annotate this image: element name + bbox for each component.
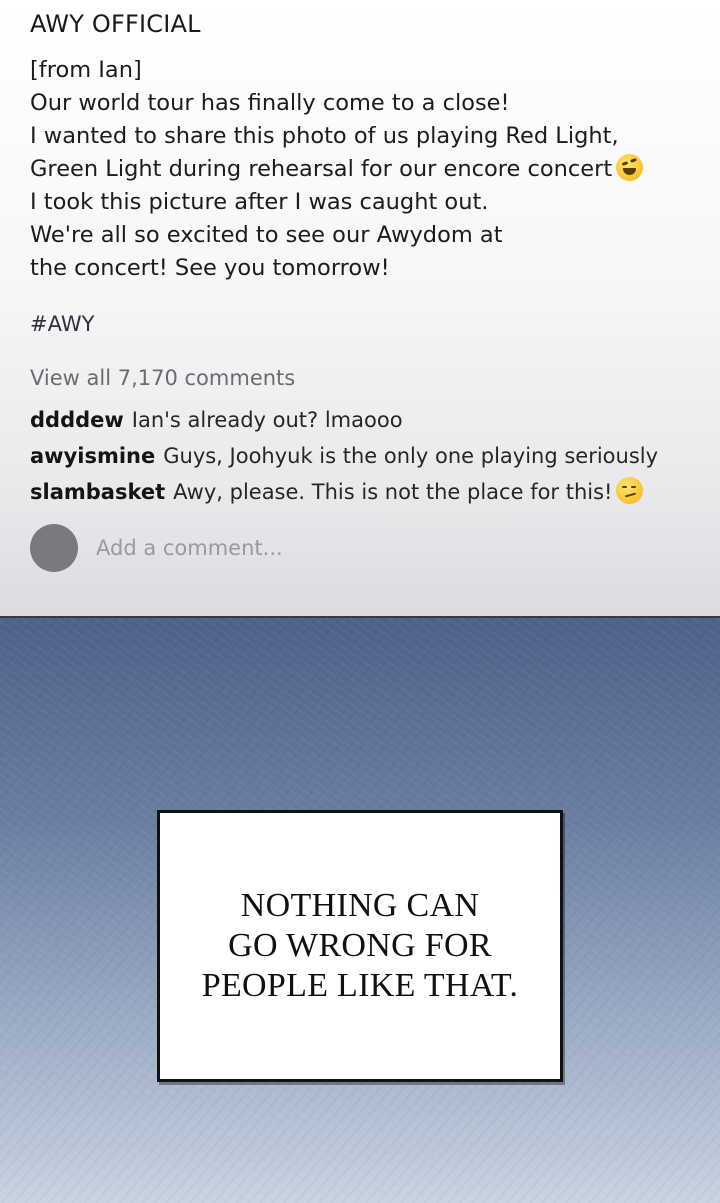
caption-line: the concert! See you tomorrow! <box>30 255 390 281</box>
comment-text: Guys, Joohyuk is the only one playing se… <box>163 444 659 468</box>
comment-item: slambasket Awy, please. This is not the p… <box>30 474 710 510</box>
caption-line: I wanted to share this photo of us playi… <box>30 123 619 149</box>
hashtag-link[interactable]: #AWY <box>30 312 94 336</box>
post-caption: [from Ian] Our world tour has finally co… <box>30 54 710 285</box>
account-name[interactable]: AWY OFFICIAL <box>30 10 201 38</box>
social-post-panel: AWY OFFICIAL [from Ian] Our world tour h… <box>0 0 720 618</box>
comment-username[interactable]: slambasket <box>30 480 165 504</box>
add-comment-input[interactable] <box>96 536 496 560</box>
comment-text: Awy, please. This is not the place for t… <box>173 480 613 504</box>
comment-item: ddddew Ian's already out? lmaooo <box>30 402 710 438</box>
caption-line-text: Green Light during rehearsal for our enc… <box>30 156 613 182</box>
caption-line-with-emoji: Green Light during rehearsal for our enc… <box>30 153 710 186</box>
rolling-on-floor-laughing-emoji-icon <box>616 154 644 181</box>
avatar[interactable] <box>30 524 78 572</box>
caption-line: [from Ian] <box>30 57 142 83</box>
comment-text: Ian's already out? lmaooo <box>131 408 403 432</box>
narration-line: NOTHING CAN <box>240 887 480 924</box>
caption-line: Our world tour has finally come to a clo… <box>30 90 510 116</box>
narration-line: GO WRONG FOR <box>228 927 492 964</box>
add-comment-row <box>30 524 496 572</box>
smirking-face-emoji-icon <box>616 477 644 504</box>
comment-username[interactable]: awyismine <box>30 444 155 468</box>
view-all-comments-link[interactable]: View all 7,170 comments <box>30 366 295 390</box>
comment-item: awyismine Guys, Joohyuk is the only one p… <box>30 438 710 474</box>
narration-caption-box: NOTHING CAN GO WRONG FOR PEOPLE LIKE THA… <box>157 810 563 1082</box>
narration-line: PEOPLE LIKE THAT. <box>201 967 519 1004</box>
caption-line: I took this picture after I was caught o… <box>30 189 489 215</box>
comment-list: ddddew Ian's already out? lmaooo awyismin… <box>30 402 710 510</box>
comment-username[interactable]: ddddew <box>30 408 124 432</box>
caption-line: We're all so excited to see our Awydom a… <box>30 222 503 248</box>
narration-text: NOTHING CAN GO WRONG FOR PEOPLE LIKE THA… <box>202 886 518 1006</box>
